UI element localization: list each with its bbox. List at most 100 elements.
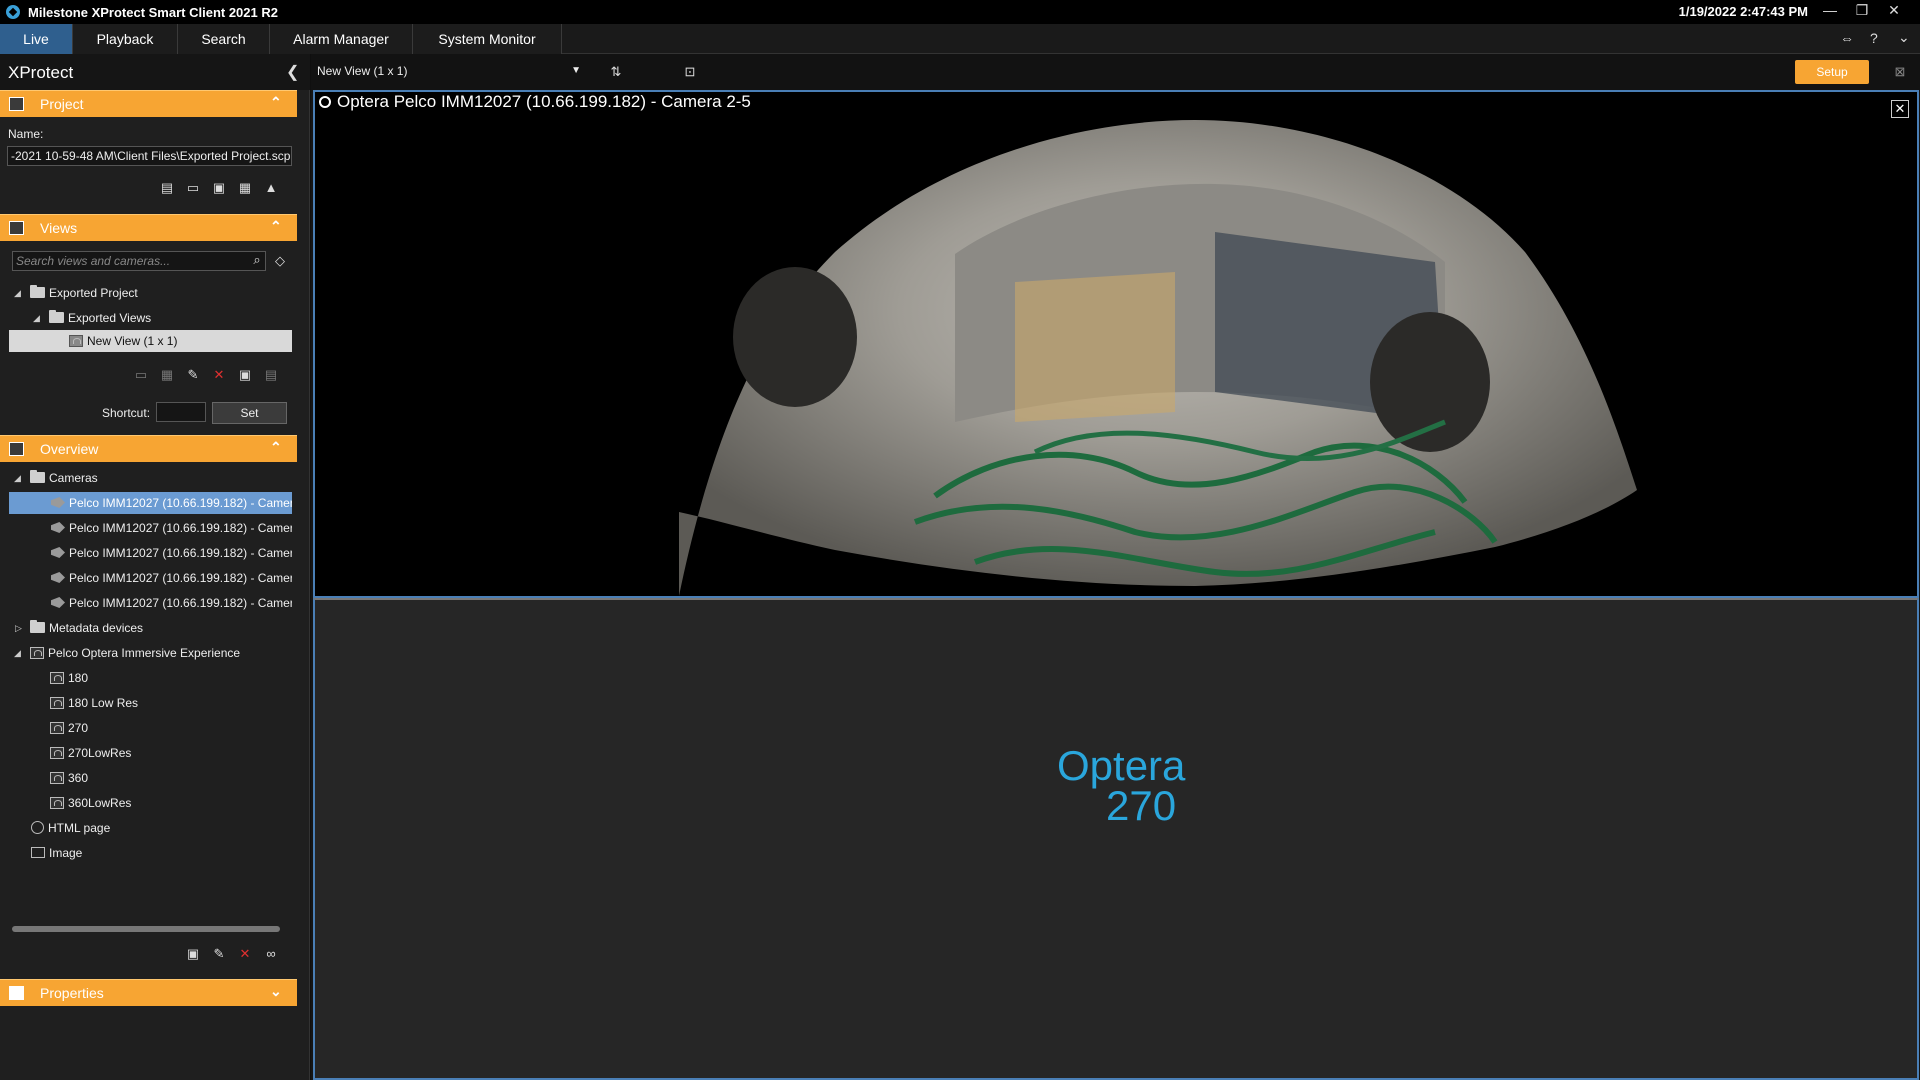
view-selector[interactable]: New View (1 x 1) ▼ [315, 60, 587, 82]
copy-icon[interactable]: ▣ [236, 367, 254, 383]
collapse-sidebar-icon[interactable]: ❮ [286, 62, 299, 82]
overview-panel-header[interactable]: Overview ⌃ [0, 435, 297, 462]
dropdown-arrow-icon: ▼ [571, 65, 581, 76]
shortcut-input[interactable] [156, 402, 206, 422]
folder-icon [30, 620, 45, 633]
camera-item[interactable]: Pelco IMM12027 (10.66.199.182) - Camera [9, 517, 292, 539]
properties-panel-title: Properties [40, 985, 104, 1001]
overview-panel-title: Overview [40, 441, 99, 457]
edit-icon[interactable]: ✎ [210, 946, 228, 962]
chevron-up-icon[interactable]: ⌃ [270, 94, 282, 111]
milestone-logo-icon [6, 5, 20, 19]
save-as-icon[interactable]: ▦ [236, 180, 254, 196]
immersive-view-icon [50, 697, 64, 709]
tag-icon[interactable]: ◇ [271, 253, 289, 269]
immersive-view-icon [50, 722, 64, 734]
image-icon [31, 847, 45, 858]
tree-item-selected-view[interactable]: New View (1 x 1) [9, 330, 292, 352]
fullscreen-icon[interactable]: ⊠ [1891, 64, 1909, 80]
immersive-view-icon [50, 797, 64, 809]
overview-scrollbar[interactable] [12, 926, 280, 932]
project-name-label: Name: [8, 127, 44, 141]
tab-live[interactable]: Live [0, 24, 73, 54]
project-name-field[interactable]: -2021 10-59-48 AM\Client Files\Exported … [7, 146, 292, 166]
folder-icon [30, 470, 45, 483]
immersive-item-360[interactable]: 360 [50, 767, 88, 789]
tab-playback[interactable]: Playback [73, 24, 178, 54]
tree-item-cameras[interactable]: ◢ Cameras [14, 467, 98, 489]
chevron-down-icon[interactable]: ⌄ [1898, 29, 1910, 46]
sidebar-header: XProtect ❮ [0, 54, 310, 90]
optera-mode-text: 270 [1106, 782, 1177, 829]
camera-item[interactable]: Pelco IMM12027 (10.66.199.182) - Camera [9, 592, 292, 614]
chevron-down-icon[interactable]: ⌄ [270, 983, 282, 1000]
immersive-item-360lowres[interactable]: 360LowRes [50, 792, 131, 814]
project-icon [9, 97, 24, 111]
camera-icon [51, 547, 65, 558]
chevron-up-icon[interactable]: ⌃ [270, 218, 282, 235]
save-icon[interactable]: ▣ [210, 180, 228, 196]
delete-icon[interactable]: ✕ [210, 367, 228, 383]
new-group-icon[interactable]: ▭ [132, 367, 150, 383]
project-panel-header[interactable]: Project ⌃ [0, 90, 297, 117]
restore-button[interactable]: ❐ [1846, 0, 1878, 22]
immersive-item-270lowres[interactable]: 270LowRes [50, 742, 131, 764]
camera-item[interactable]: Pelco IMM12027 (10.66.199.182) - Camera [9, 542, 292, 564]
checkbox-icon [9, 986, 24, 1000]
set-shortcut-button[interactable]: Set [212, 402, 287, 424]
help-icon[interactable]: ? [1870, 30, 1878, 46]
sidebar-title: XProtect [8, 63, 74, 82]
properties-panel-header[interactable]: Properties ⌄ [0, 979, 297, 1006]
swap-view-icon[interactable]: ⇅ [607, 64, 625, 80]
tab-system-monitor[interactable]: System Monitor [413, 24, 562, 54]
new-project-icon[interactable]: ▤ [158, 180, 176, 196]
open-folder-icon[interactable]: ▭ [184, 180, 202, 196]
branding-pane[interactable]: Optera 270 [313, 598, 1919, 1080]
workspace-tabs: Live Playback Search Alarm Manager Syste… [0, 24, 1920, 54]
tree-item-exported-views[interactable]: ◢ Exported Views [33, 307, 151, 329]
camera-item[interactable]: Pelco IMM12027 (10.66.199.182) - Camera [9, 567, 292, 589]
immersive-item-180[interactable]: 180 [50, 667, 88, 689]
shortcut-label: Shortcut: [102, 406, 151, 420]
views-panel-title: Views [40, 220, 78, 236]
search-views-input[interactable]: Search views and cameras... [12, 251, 266, 271]
new-view-icon[interactable]: ▦ [158, 367, 176, 383]
minimize-button[interactable]: — [1814, 0, 1846, 22]
project-panel-title: Project [40, 96, 84, 112]
delete-icon[interactable]: ✕ [236, 946, 254, 962]
immersive-view-icon [50, 772, 64, 784]
zoom-view-icon[interactable]: ⊡ [681, 64, 699, 80]
camera-icon [51, 597, 65, 608]
save-icon[interactable]: ▣ [184, 946, 202, 962]
immersive-item-180-low-res[interactable]: 180 Low Res [50, 692, 138, 714]
tree-item-pelco-optera[interactable]: ◢ Pelco Optera Immersive Experience [14, 642, 240, 664]
chevron-up-icon[interactable]: ⌃ [270, 439, 282, 456]
connection-icon[interactable]: ⇔ [1840, 30, 1854, 46]
tree-item-exported-project[interactable]: ◢ Exported Project [14, 282, 138, 304]
fisheye-camera-image [679, 114, 1637, 596]
tree-item-metadata-devices[interactable]: ▷ Metadata devices [14, 617, 143, 639]
globe-icon [31, 821, 44, 834]
view-layout-icon [69, 335, 83, 347]
camera-item-selected[interactable]: Pelco IMM12027 (10.66.199.182) - Camera [9, 492, 292, 514]
setup-button[interactable]: Setup [1795, 60, 1869, 84]
overview-icon [9, 442, 24, 456]
clock: 1/19/2022 2:47:43 PM [1678, 4, 1808, 19]
tree-item-image[interactable]: Image [31, 842, 82, 864]
paste-icon[interactable]: ▤ [262, 367, 280, 383]
close-button[interactable]: ✕ [1878, 0, 1910, 22]
edit-icon[interactable]: ✎ [184, 367, 202, 383]
link-icon[interactable]: ∞ [262, 946, 280, 962]
title-bar: Milestone XProtect Smart Client 2021 R2 … [0, 0, 1920, 24]
window-title: Milestone XProtect Smart Client 2021 R2 [28, 4, 278, 20]
immersive-item-270[interactable]: 270 [50, 717, 88, 739]
immersive-icon [30, 647, 44, 659]
tab-search[interactable]: Search [178, 24, 270, 54]
lock-icon[interactable]: ▲ [262, 180, 280, 196]
search-icon[interactable]: ⌕ [248, 252, 266, 268]
views-panel-header[interactable]: Views ⌃ [0, 214, 297, 241]
tab-alarm-manager[interactable]: Alarm Manager [270, 24, 413, 54]
camera-view-pane[interactable]: Optera Pelco IMM12027 (10.66.199.182) - … [313, 90, 1919, 598]
folder-icon [49, 310, 64, 323]
tree-item-html-page[interactable]: HTML page [31, 817, 110, 839]
